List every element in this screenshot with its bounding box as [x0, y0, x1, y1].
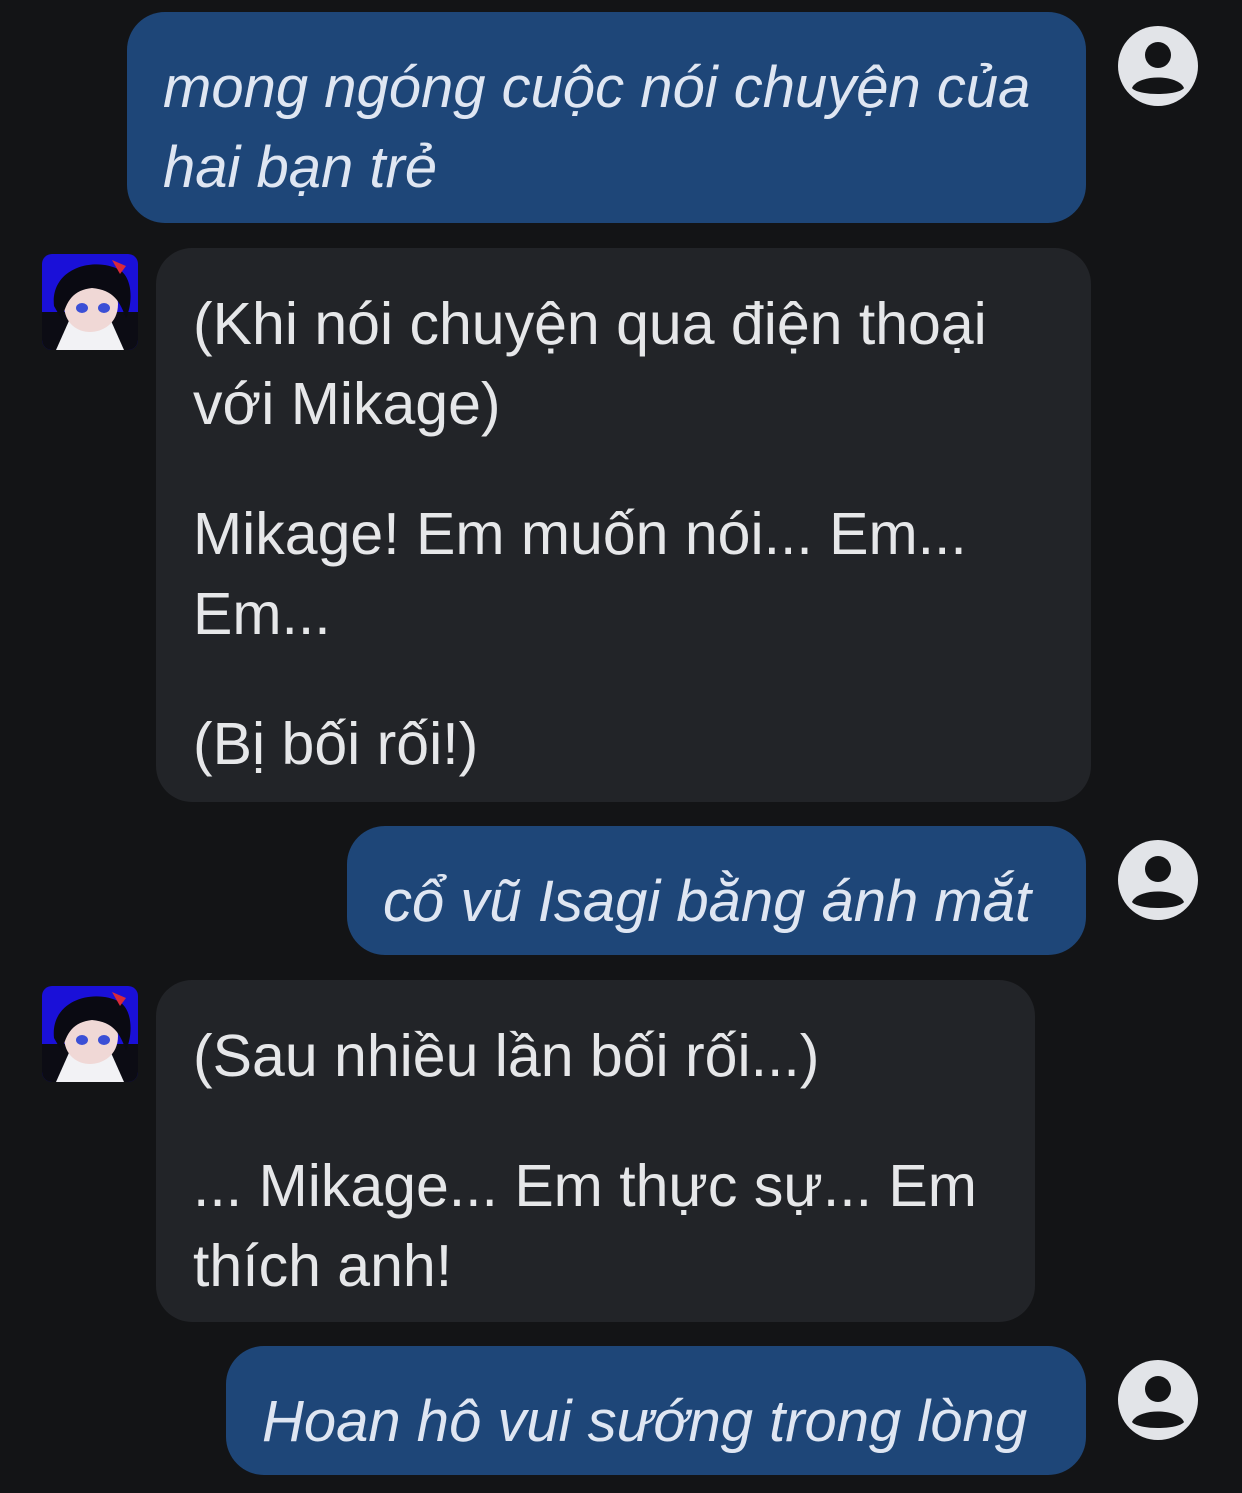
bot-message-bubble: (Sau nhiều lần bối rối...) ... Mikage...… — [156, 980, 1035, 1322]
message-text-line: cổ vũ Isagi bằng ánh mắt — [383, 869, 1032, 934]
message-paragraph: (Sau nhiều lần bối rối...) — [193, 1023, 820, 1089]
character-avatar — [42, 986, 138, 1082]
message-paragraph: ... Mikage... Em thực sự... Em thích anh… — [193, 1153, 977, 1299]
message-paragraph: Mikage! Em muốn nói... Em... Em... — [193, 501, 967, 647]
bot-message-bubble: (Khi nói chuyện qua điện thoại với Mikag… — [156, 248, 1091, 802]
message-paragraph: (Khi nói chuyện qua điện thoại với Mikag… — [193, 291, 987, 437]
user-message-bubble: cổ vũ Isagi bằng ánh mắt — [347, 826, 1086, 955]
user-circle-icon — [1118, 1360, 1198, 1440]
user-circle-icon — [1118, 840, 1198, 920]
user-message-bubble: mong ngóng cuộc nói chuyện của hai bạn t… — [127, 12, 1086, 223]
message-paragraph: (Bị bối rối!) — [193, 711, 479, 777]
message-text-line: hai bạn trẻ — [163, 135, 438, 200]
message-text-line: Hoan hô vui sướng trong lòng — [262, 1389, 1028, 1454]
character-avatar — [42, 254, 138, 350]
message-text-line: mong ngóng cuộc nói chuyện của — [163, 55, 1031, 120]
user-circle-icon — [1118, 26, 1198, 106]
user-message-bubble: Hoan hô vui sướng trong lòng — [226, 1346, 1086, 1475]
